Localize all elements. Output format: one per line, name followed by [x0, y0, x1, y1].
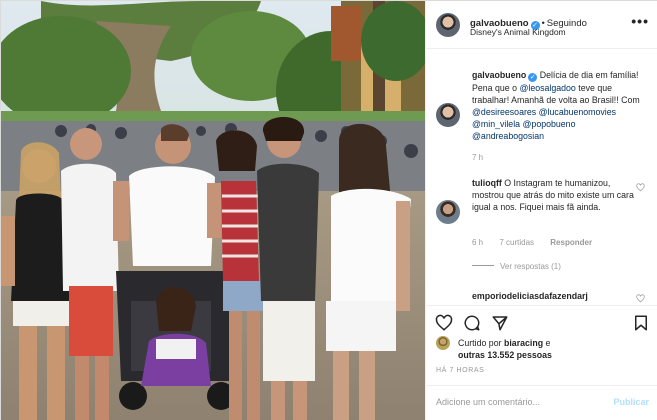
publish-button[interactable]: Publicar — [613, 397, 649, 407]
comment-icon[interactable] — [463, 314, 481, 332]
post-side-panel: galvaobueno ✓ • Seguindo Disney's Animal Ki… — [425, 1, 657, 420]
mention-link[interactable]: @popobueno — [523, 119, 576, 129]
comment-username[interactable]: emporiodeliciasdafazendarj — [472, 291, 588, 301]
reply-button[interactable]: Responder — [550, 238, 592, 247]
family-photo-illustration — [1, 1, 425, 420]
likes-summary[interactable]: Curtido por biaracing e outras 13.552 pe… — [458, 337, 552, 361]
comment-likes-count[interactable]: 7 curtidas — [499, 238, 534, 247]
liker-avatar[interactable] — [436, 336, 450, 350]
post-header: galvaobueno ✓ • Seguindo Disney's Animal Ki… — [426, 1, 657, 49]
bookmark-icon[interactable] — [632, 314, 650, 332]
comment-avatar[interactable] — [436, 200, 460, 224]
comment-text: emporiodeliciasdafazendarj — [472, 290, 642, 302]
replies-line-divider — [472, 265, 494, 266]
comment-input[interactable]: Adicione um comentário... — [436, 397, 596, 407]
view-replies-button[interactable]: Ver respostas (1) — [472, 262, 561, 271]
share-icon[interactable] — [491, 314, 509, 332]
mention-link[interactable]: @min_vilela — [472, 119, 520, 129]
caption-avatar[interactable] — [436, 103, 460, 127]
mention-link[interactable]: @leosalgadoo — [519, 83, 575, 93]
view-replies-label[interactable]: Ver respostas (1) — [500, 262, 561, 271]
comment-like-heart-icon[interactable] — [636, 294, 645, 303]
author-avatar[interactable] — [436, 13, 460, 37]
caption-text: galvaobueno ✓ Delícia de dia em família! … — [472, 69, 642, 142]
likes-connector: e — [545, 338, 551, 348]
comment-like-heart-icon[interactable] — [636, 183, 645, 192]
comment-text: tulioqff O Instagram te humanizou, mostr… — [472, 177, 637, 213]
add-comment-bar: Adicione um comentário... Publicar — [426, 385, 657, 420]
comments-list: galvaobueno ✓ Delícia de dia em família! … — [426, 49, 657, 305]
comment-time: 6 h — [472, 238, 484, 247]
post-timestamp[interactable]: HÁ 7 HORAS — [436, 367, 484, 374]
caption-username[interactable]: galvaobueno — [472, 70, 526, 80]
more-options-icon[interactable]: ••• — [631, 13, 649, 29]
comment-username[interactable]: tulioqff — [472, 178, 502, 188]
instagram-post-window: galvaobueno ✓ • Seguindo Disney's Animal Ki… — [0, 0, 657, 420]
mention-link[interactable]: @lucabuenomovies — [539, 107, 616, 117]
verified-badge-icon: ✓ — [528, 73, 538, 82]
caption-meta: 7 h — [472, 153, 497, 162]
liker-username[interactable]: biaracing — [504, 338, 543, 348]
post-photo[interactable] — [1, 1, 425, 420]
location-link[interactable]: Disney's Animal Kingdom — [470, 27, 566, 37]
likes-others-count[interactable]: outras 13.552 pessoas — [458, 350, 552, 360]
likes-prefix: Curtido por — [458, 338, 502, 348]
comment-meta: 6 h 7 curtidas Responder — [472, 238, 606, 247]
caption-time: 7 h — [472, 153, 484, 162]
mention-link[interactable]: @desireesoares — [472, 107, 536, 117]
mention-link[interactable]: @andreabogosian — [472, 131, 544, 141]
heart-icon[interactable] — [435, 314, 453, 332]
